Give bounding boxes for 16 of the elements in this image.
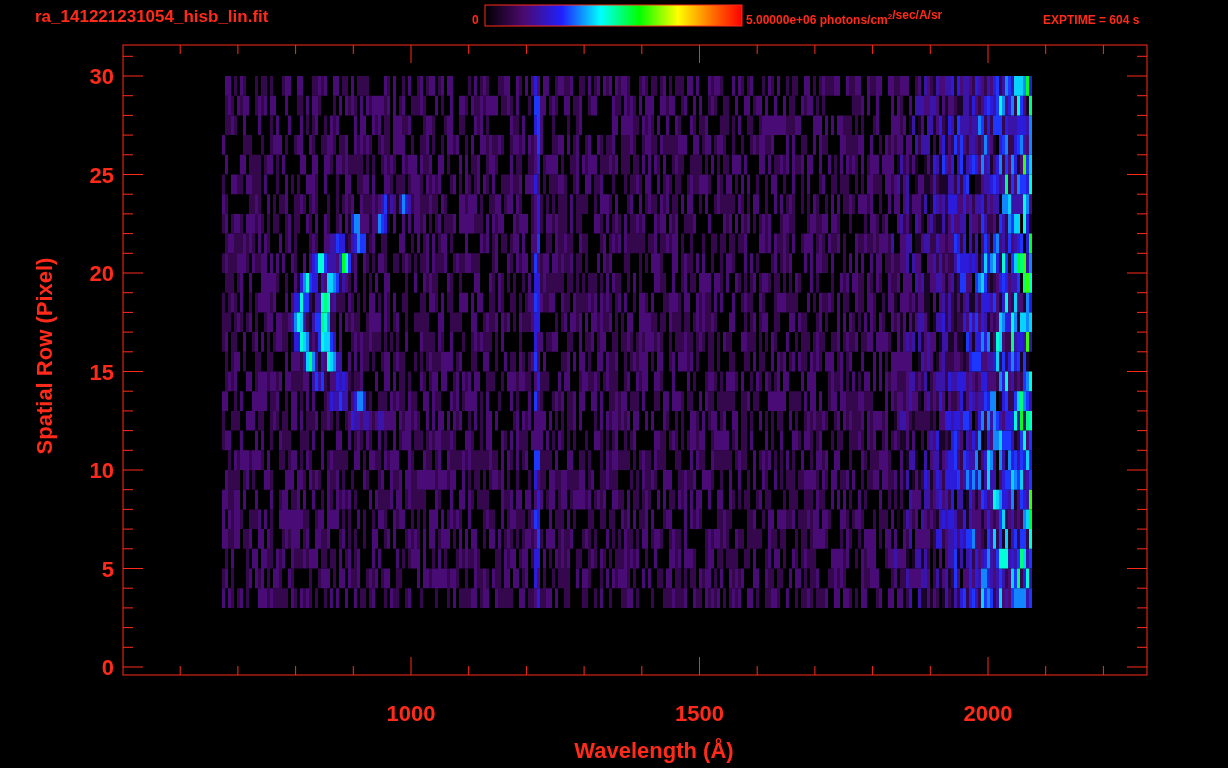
y-tick-label: 5 (101, 556, 114, 582)
y-tick-label: 10 (89, 458, 114, 483)
y-axis-label: Spatial Row (Pixel) (32, 257, 57, 455)
x-tick-label: 1500 (675, 701, 724, 726)
y-tick-label: 15 (89, 359, 114, 385)
x-axis-label: Wavelength (Å) (574, 738, 734, 763)
x-tick-label: 2000 (963, 701, 1013, 726)
y-tick-label: 0 (101, 655, 114, 680)
colorbar-max-label: 5.00000e+06 photons/cm$^{2}$/sec/A/sr (746, 8, 943, 27)
colorbar-min-label: 0 (472, 13, 479, 27)
exposure-time: EXPTIME = 604 s (1043, 13, 1140, 27)
y-tick-label: 25 (89, 162, 114, 188)
file-title: ra_141221231054_hisb_lin.fit (35, 7, 269, 26)
x-tick-label: 1000 (386, 701, 436, 726)
y-tick-label: 20 (89, 261, 114, 286)
y-tick-label: 30 (89, 64, 114, 89)
